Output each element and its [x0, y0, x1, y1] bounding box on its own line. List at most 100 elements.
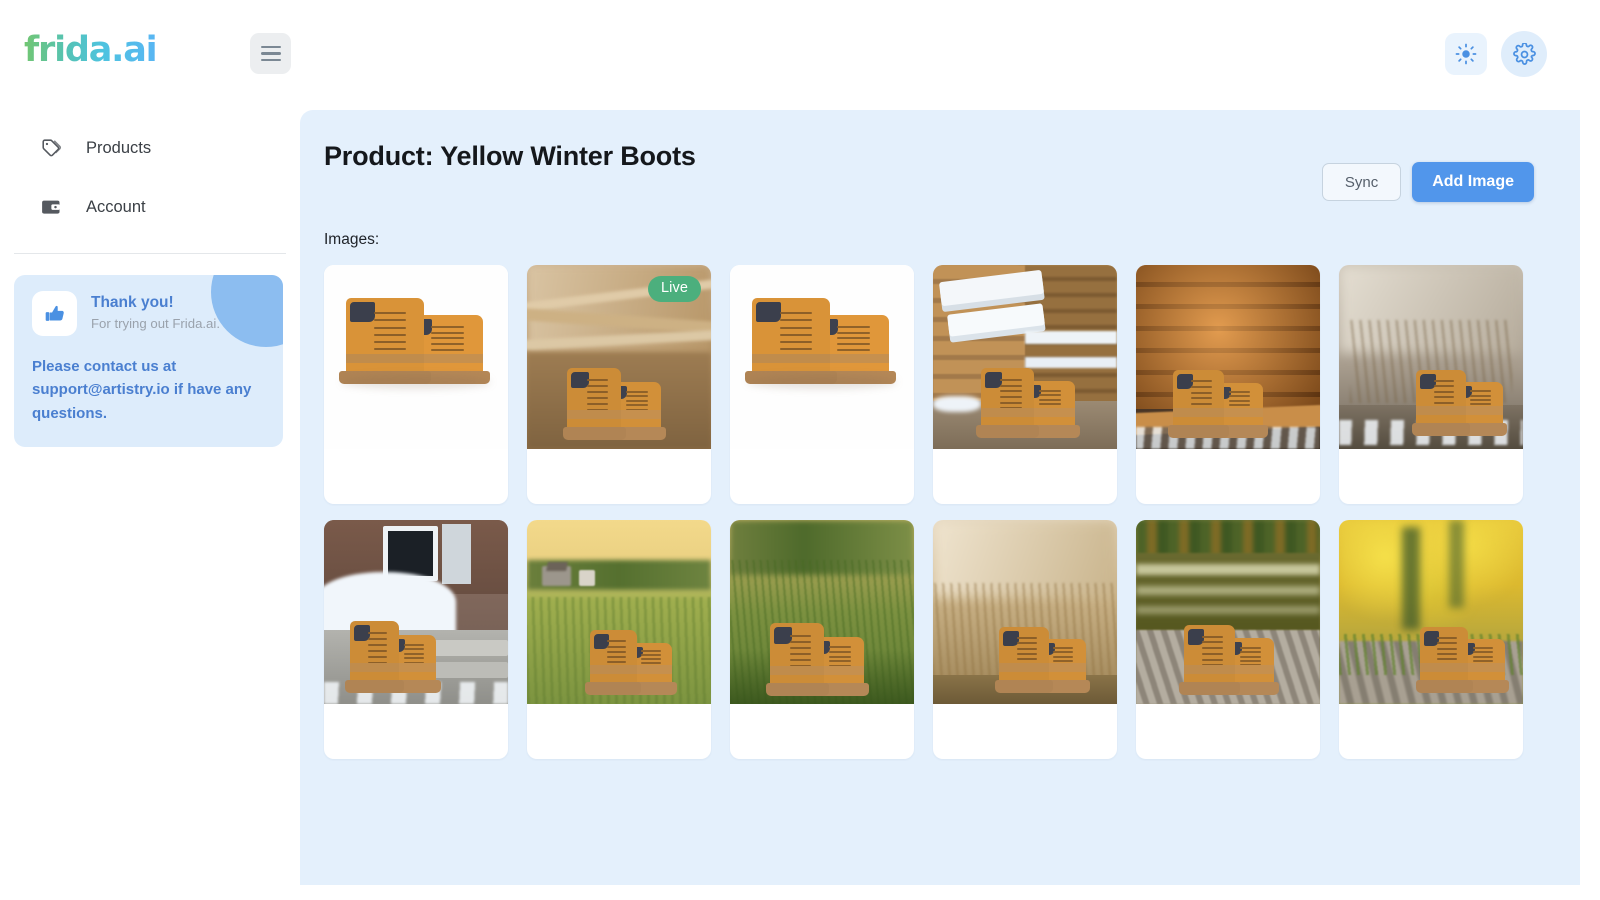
- image-card[interactable]: [527, 520, 711, 759]
- image-card[interactable]: [933, 520, 1117, 759]
- product-image[interactable]: [1136, 520, 1320, 704]
- image-scene-tall-grass: [730, 520, 914, 704]
- boot-left: [1179, 624, 1240, 695]
- thumbs-up-icon: [32, 291, 77, 336]
- top-bar: frida.ai: [0, 0, 1600, 107]
- boot-laces: [1000, 378, 1022, 411]
- boot-left: [765, 623, 829, 697]
- hamburger-line: [260, 52, 281, 55]
- boot-welt: [589, 664, 637, 674]
- boot-laces: [374, 312, 406, 352]
- image-card[interactable]: [730, 265, 914, 504]
- boot-welt: [1419, 662, 1469, 672]
- boot-welt: [999, 662, 1049, 672]
- image-scene-log-cabin-snow: [933, 265, 1117, 449]
- boot-left: [339, 298, 432, 385]
- product-boots: [1415, 626, 1510, 694]
- promo-header: Thank you! For trying out Frida.ai.: [32, 291, 265, 336]
- product-image[interactable]: [933, 520, 1117, 704]
- add-image-button[interactable]: Add Image: [1412, 162, 1534, 202]
- sync-button[interactable]: Sync: [1321, 163, 1402, 201]
- boot-laces: [431, 325, 464, 357]
- boot-welt: [980, 407, 1035, 417]
- image-scene-autumn-yellow: [1339, 520, 1523, 704]
- product-boots: [765, 623, 870, 697]
- wallet-icon: [40, 196, 62, 218]
- main-panel: Product: Yellow Winter Boots Sync Add Im…: [300, 110, 1580, 885]
- boot-left: [345, 621, 405, 693]
- wallet-glyph: [42, 200, 60, 214]
- product-image[interactable]: [324, 265, 508, 449]
- tags-icon: [40, 137, 62, 159]
- boot-welt: [752, 354, 831, 364]
- image-card[interactable]: [933, 265, 1117, 504]
- image-card[interactable]: [1136, 265, 1320, 504]
- product-boots: [345, 621, 442, 693]
- product-image[interactable]: [1339, 265, 1523, 449]
- product-boots: [585, 630, 677, 695]
- product-image[interactable]: [730, 520, 914, 704]
- image-scene-sepia-field: [933, 520, 1117, 704]
- gear-icon[interactable]: [1501, 31, 1547, 77]
- boot-collar: [756, 302, 782, 323]
- image-card[interactable]: [1136, 520, 1320, 759]
- boot-welt: [770, 666, 825, 676]
- image-grid: Live: [300, 249, 1580, 759]
- image-scene-golden-meadow: [527, 520, 711, 704]
- boot-welt: [1183, 664, 1236, 674]
- promo-text-block: Thank you! For trying out Frida.ai.: [91, 293, 220, 334]
- boot-left: [976, 368, 1039, 438]
- boot-welt: [1416, 405, 1466, 415]
- sun-icon[interactable]: [1445, 33, 1487, 75]
- image-card[interactable]: [1339, 265, 1523, 504]
- image-card[interactable]: [324, 520, 508, 759]
- promo-title: Thank you!: [91, 294, 174, 312]
- image-scene-studio-white: [730, 265, 914, 449]
- sidebar-item-account[interactable]: Account: [0, 184, 300, 230]
- thumbs-up-glyph: [45, 305, 64, 321]
- product-image[interactable]: [1339, 520, 1523, 704]
- tags-glyph: [42, 139, 62, 157]
- image-scene-studio-white: [324, 265, 508, 449]
- sidebar-divider: [14, 253, 286, 254]
- image-scene-log-wall: [1136, 265, 1320, 449]
- product-boots: [1179, 624, 1280, 696]
- image-card[interactable]: Live: [527, 265, 711, 504]
- product-boots: [339, 298, 492, 390]
- app-logo[interactable]: frida.ai: [24, 30, 158, 70]
- boot-collar: [350, 302, 376, 323]
- boot-laces: [367, 632, 388, 665]
- product-boots: [745, 298, 898, 390]
- product-image[interactable]: [730, 265, 914, 449]
- page-title: Product: Yellow Winter Boots: [324, 141, 696, 171]
- image-scene-misty-field: [1339, 265, 1523, 449]
- product-image[interactable]: [1136, 265, 1320, 449]
- product-boots: [1411, 369, 1508, 437]
- image-card[interactable]: [730, 520, 914, 759]
- image-scene-lakeside: [1136, 520, 1320, 704]
- boot-left: [1411, 369, 1471, 436]
- boot-left: [585, 630, 642, 695]
- sidebar-item-products[interactable]: Products: [0, 125, 300, 171]
- boot-left: [994, 626, 1054, 693]
- image-card[interactable]: [324, 265, 508, 504]
- product-image[interactable]: [324, 520, 508, 704]
- boot-left: [1415, 626, 1474, 693]
- image-card[interactable]: [1339, 520, 1523, 759]
- hamburger-line: [260, 45, 281, 49]
- product-image[interactable]: [527, 520, 711, 704]
- hamburger-icon[interactable]: [250, 33, 291, 74]
- product-boots: [994, 626, 1091, 694]
- sidebar: Products Account Thank you! For trying o…: [0, 107, 300, 900]
- header-actions: Sync Add Image: [1321, 162, 1534, 202]
- boot-left: [1168, 369, 1229, 438]
- boot-welt: [1172, 407, 1225, 417]
- product-image[interactable]: [933, 265, 1117, 449]
- boot-laces: [780, 312, 812, 352]
- sidebar-item-label: Account: [86, 197, 146, 216]
- app-root: frida.ai Products Account Thank you! For…: [0, 0, 1600, 900]
- boot-welt: [567, 409, 622, 419]
- product-image[interactable]: Live: [527, 265, 711, 449]
- hamburger-line: [260, 58, 281, 62]
- boot-laces: [586, 379, 609, 412]
